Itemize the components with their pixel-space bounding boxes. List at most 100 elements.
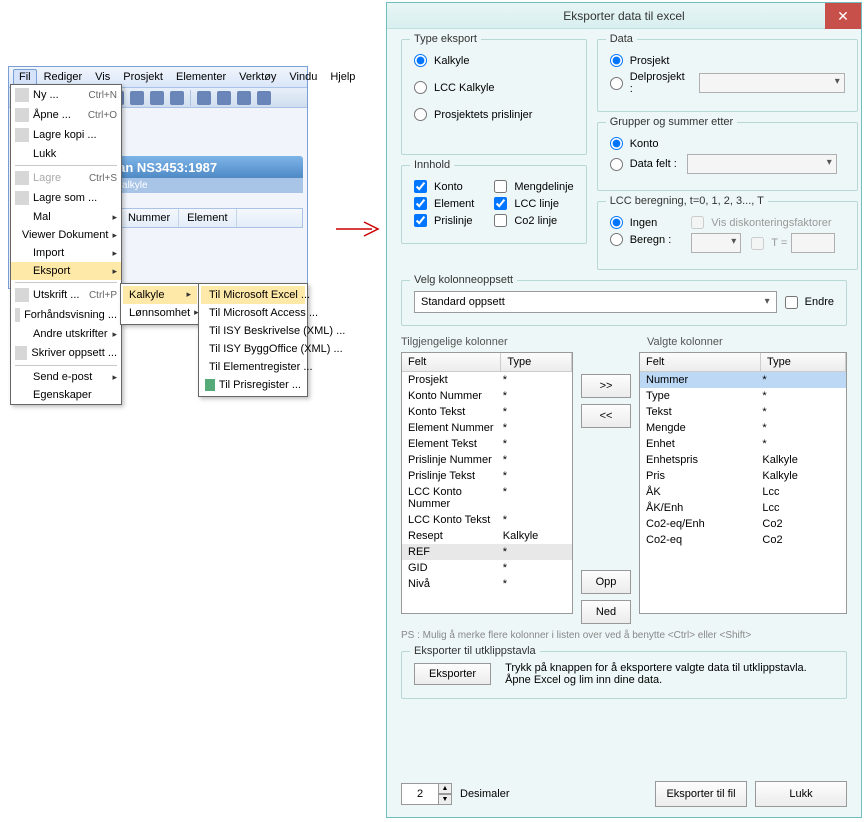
chk-prislinje[interactable] bbox=[414, 214, 427, 227]
decimals-input[interactable] bbox=[401, 783, 439, 805]
radio-kalkyle[interactable] bbox=[414, 54, 427, 67]
col-nummer[interactable]: Nummer bbox=[120, 209, 179, 227]
radio-prislinjer[interactable] bbox=[414, 108, 427, 121]
submenu-item[interactable]: Til Microsoft Excel ... bbox=[201, 286, 305, 304]
tb-icon[interactable] bbox=[197, 91, 211, 105]
list-item[interactable]: Co2-eqCo2 bbox=[640, 532, 846, 548]
menu-item[interactable]: Skriver oppsett ... bbox=[11, 343, 121, 363]
list-item[interactable]: ÅKLcc bbox=[640, 484, 846, 500]
radio-prosjekt[interactable] bbox=[610, 54, 623, 67]
list-item[interactable]: PrisKalkyle bbox=[640, 468, 846, 484]
radio-konto[interactable] bbox=[610, 137, 623, 150]
menu-item[interactable]: Forhåndsvisning ... bbox=[11, 305, 121, 325]
menu-item[interactable]: Lagre som ... bbox=[11, 188, 121, 208]
list-item[interactable]: Element Tekst* bbox=[402, 436, 572, 452]
menu-item[interactable]: Viewer Dokument▸ bbox=[11, 226, 121, 244]
tb-icon[interactable] bbox=[237, 91, 251, 105]
combo-delprosjekt[interactable] bbox=[699, 73, 845, 93]
btn-down[interactable]: Ned bbox=[581, 600, 631, 624]
menu-item[interactable]: Import▸ bbox=[11, 244, 121, 262]
submenu-item[interactable]: Til Prisregister ... bbox=[201, 376, 305, 394]
menu-item[interactable]: Eksport▸ bbox=[11, 262, 121, 280]
menu-verktoy[interactable]: Verktøy bbox=[233, 69, 282, 85]
tb-icon[interactable] bbox=[217, 91, 231, 105]
list-item[interactable]: LCC Konto Nummer* bbox=[402, 484, 572, 512]
menu-prosjekt[interactable]: Prosjekt bbox=[117, 69, 169, 85]
btn-eksporter-fil[interactable]: Eksporter til fil bbox=[655, 781, 747, 807]
tb-icon[interactable] bbox=[150, 91, 164, 105]
submenu-item[interactable]: Til Microsoft Access ... bbox=[201, 304, 305, 322]
list-item[interactable]: ReseptKalkyle bbox=[402, 528, 572, 544]
chk-element[interactable] bbox=[414, 197, 427, 210]
submenu-item[interactable]: Til Elementregister ... bbox=[201, 358, 305, 376]
menu-fil[interactable]: Fil bbox=[13, 69, 37, 85]
list-item[interactable]: Konto Tekst* bbox=[402, 404, 572, 420]
list-item[interactable]: ÅK/EnhLcc bbox=[640, 500, 846, 516]
menu-item[interactable]: Mal▸ bbox=[11, 208, 121, 226]
selected-columns-list[interactable]: FeltTypeNummer*Type*Tekst*Mengde*Enhet*E… bbox=[639, 352, 847, 614]
list-item[interactable]: LCC Konto Tekst* bbox=[402, 512, 572, 528]
menu-rediger[interactable]: Rediger bbox=[38, 69, 89, 85]
list-item[interactable]: GID* bbox=[402, 560, 572, 576]
menu-vis[interactable]: Vis bbox=[89, 69, 116, 85]
list-item[interactable]: Nivå* bbox=[402, 576, 572, 592]
radio-ingen[interactable] bbox=[610, 216, 623, 229]
chk-lcclinje[interactable] bbox=[494, 197, 507, 210]
menu-item[interactable]: Ny ...Ctrl+N bbox=[11, 85, 121, 105]
list-item[interactable]: Type* bbox=[640, 388, 846, 404]
list-item[interactable]: Mengde* bbox=[640, 420, 846, 436]
tb-icon[interactable] bbox=[130, 91, 144, 105]
list-item[interactable]: REF* bbox=[402, 544, 572, 560]
available-columns-list[interactable]: FeltTypeProsjekt*Konto Nummer*Konto Teks… bbox=[401, 352, 573, 614]
input-t[interactable] bbox=[791, 233, 835, 253]
list-item[interactable]: Prislinje Tekst* bbox=[402, 468, 572, 484]
chk-endre[interactable] bbox=[785, 296, 798, 309]
radio-beregn[interactable] bbox=[610, 233, 623, 246]
chk-mengdelinje[interactable] bbox=[494, 180, 507, 193]
col-element[interactable]: Element bbox=[179, 209, 236, 227]
radio-lcc-kalkyle[interactable] bbox=[414, 81, 427, 94]
menu-item[interactable]: Lagre kopi ... bbox=[11, 125, 121, 145]
list-item[interactable]: Tekst* bbox=[640, 404, 846, 420]
menu-item[interactable]: Lukk bbox=[11, 145, 121, 163]
list-item[interactable]: Co2-eq/EnhCo2 bbox=[640, 516, 846, 532]
spin-down[interactable]: ▼ bbox=[438, 794, 452, 805]
btn-lukk[interactable]: Lukk bbox=[755, 781, 847, 807]
lbl-grp-datafelt: Data felt : bbox=[630, 158, 677, 170]
radio-delprosjekt[interactable] bbox=[610, 77, 623, 90]
submenu-item[interactable]: Lønnsomhet▸ bbox=[123, 304, 197, 322]
submenu-item[interactable]: Til ISY Beskrivelse (XML) ... bbox=[201, 322, 305, 340]
btn-eksporter-clip[interactable]: Eksporter bbox=[414, 663, 491, 685]
menu-item[interactable]: Utskrift ...Ctrl+P bbox=[11, 285, 121, 305]
tb-icon[interactable] bbox=[257, 91, 271, 105]
combo-datafelt[interactable] bbox=[687, 154, 837, 174]
menu-item[interactable]: Andre utskrifter▸ bbox=[11, 325, 121, 343]
btn-add-all[interactable]: >> bbox=[581, 374, 631, 398]
submenu-item[interactable]: Til ISY ByggOffice (XML) ... bbox=[201, 340, 305, 358]
close-button[interactable]: ✕ bbox=[825, 3, 861, 29]
menu-elementer[interactable]: Elementer bbox=[170, 69, 232, 85]
menu-hjelp[interactable]: Hjelp bbox=[324, 69, 361, 85]
menu-vindu[interactable]: Vindu bbox=[283, 69, 323, 85]
submenu-item[interactable]: Kalkyle▸ bbox=[123, 286, 197, 304]
tb-icon[interactable] bbox=[170, 91, 184, 105]
list-item[interactable]: Nummer* bbox=[640, 372, 846, 388]
btn-up[interactable]: Opp bbox=[581, 570, 631, 594]
list-item[interactable]: Prosjekt* bbox=[402, 372, 572, 388]
spin-up[interactable]: ▲ bbox=[438, 783, 452, 794]
menu-item[interactable]: Egenskaper bbox=[11, 386, 121, 404]
combo-oppsett[interactable]: Standard oppsett bbox=[414, 291, 777, 313]
menu-item[interactable]: Åpne ...Ctrl+O bbox=[11, 105, 121, 125]
list-item[interactable]: Konto Nummer* bbox=[402, 388, 572, 404]
list-item[interactable]: Element Nummer* bbox=[402, 420, 572, 436]
menu-item[interactable]: LagreCtrl+S bbox=[11, 168, 121, 188]
radio-datafelt[interactable] bbox=[610, 158, 623, 171]
combo-beregn[interactable] bbox=[691, 233, 741, 253]
btn-remove-all[interactable]: << bbox=[581, 404, 631, 428]
list-item[interactable]: Prislinje Nummer* bbox=[402, 452, 572, 468]
menu-item[interactable]: Send e-post▸ bbox=[11, 368, 121, 386]
list-item[interactable]: EnhetsprisKalkyle bbox=[640, 452, 846, 468]
chk-konto[interactable] bbox=[414, 180, 427, 193]
chk-co2linje[interactable] bbox=[494, 214, 507, 227]
list-item[interactable]: Enhet* bbox=[640, 436, 846, 452]
